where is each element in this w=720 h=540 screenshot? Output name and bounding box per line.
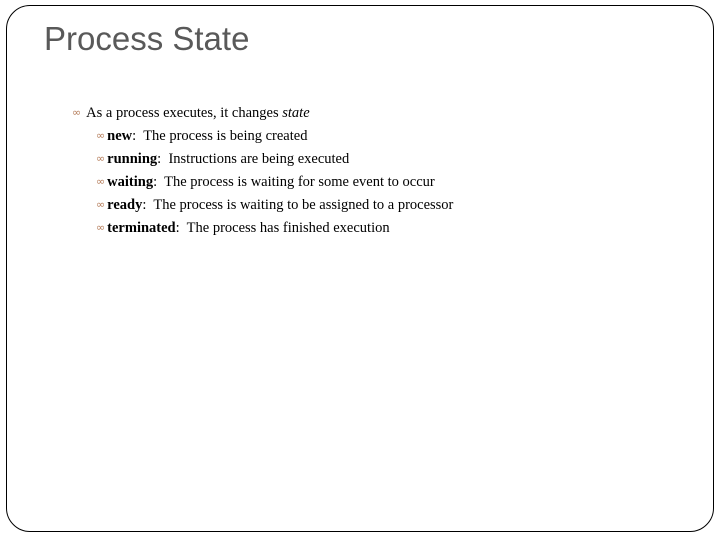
state-separator: : bbox=[132, 128, 144, 144]
state-term: running bbox=[107, 151, 158, 167]
state-term: new bbox=[107, 128, 133, 144]
loop-bullet-icon: ∞ bbox=[96, 129, 105, 142]
loop-bullet-icon: ∞ bbox=[72, 106, 81, 119]
state-description: The process is waiting for some event to… bbox=[164, 174, 435, 190]
bullet-item-state: ∞ terminated: The process has finished ex… bbox=[96, 219, 390, 237]
state-separator: : bbox=[157, 151, 169, 167]
slide-content: ∞ As a process executes, it changes state… bbox=[0, 0, 720, 540]
bullet-item-state: ∞ ready: The process is waiting to be ass… bbox=[96, 196, 453, 214]
state-term: ready bbox=[107, 197, 143, 213]
state-separator: : bbox=[142, 197, 154, 213]
intro-emphasis: state bbox=[282, 105, 310, 121]
state-separator: : bbox=[175, 220, 187, 236]
state-description: The process is waiting to be assigned to… bbox=[153, 197, 454, 213]
state-description: Instructions are being executed bbox=[168, 151, 350, 167]
state-description: The process has finished execution bbox=[186, 220, 390, 236]
state-term: terminated bbox=[107, 220, 176, 236]
bullet-item-state: ∞ waiting: The process is waiting for som… bbox=[96, 173, 435, 191]
loop-bullet-icon: ∞ bbox=[96, 198, 105, 211]
state-term: waiting bbox=[107, 174, 154, 190]
loop-bullet-icon: ∞ bbox=[96, 221, 105, 234]
slide: Process State ∞ As a process executes, it… bbox=[0, 0, 720, 540]
bullet-item-state: ∞ running: Instructions are being execute… bbox=[96, 150, 349, 168]
bullet-item-intro: ∞ As a process executes, it changes state bbox=[72, 104, 310, 122]
state-description: The process is being created bbox=[143, 128, 308, 144]
loop-bullet-icon: ∞ bbox=[96, 175, 105, 188]
bullet-item-state: ∞ new: The process is being created bbox=[96, 127, 307, 145]
state-separator: : bbox=[153, 174, 165, 190]
loop-bullet-icon: ∞ bbox=[96, 152, 105, 165]
intro-text: As a process executes, it changes bbox=[86, 105, 283, 121]
